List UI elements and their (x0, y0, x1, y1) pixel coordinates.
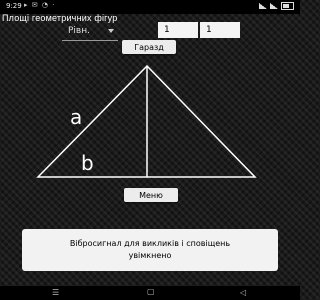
back-icon[interactable]: ◁ (240, 288, 246, 297)
toast-message: Вібросигнал для викликів і сповіщень уві… (22, 229, 278, 271)
menu-button[interactable]: Меню (124, 188, 178, 202)
home-icon[interactable]: ▢ (147, 287, 155, 296)
toast-line-1: Вібросигнал для викликів і сповіщень (69, 239, 231, 248)
navigation-bar: ☰ ▢ ◁ (0, 286, 300, 300)
toast-line-2: увімкнено (128, 251, 172, 260)
label-a: a (70, 105, 82, 129)
label-b: b (81, 151, 94, 175)
menu-icon[interactable]: ☰ (52, 288, 59, 297)
